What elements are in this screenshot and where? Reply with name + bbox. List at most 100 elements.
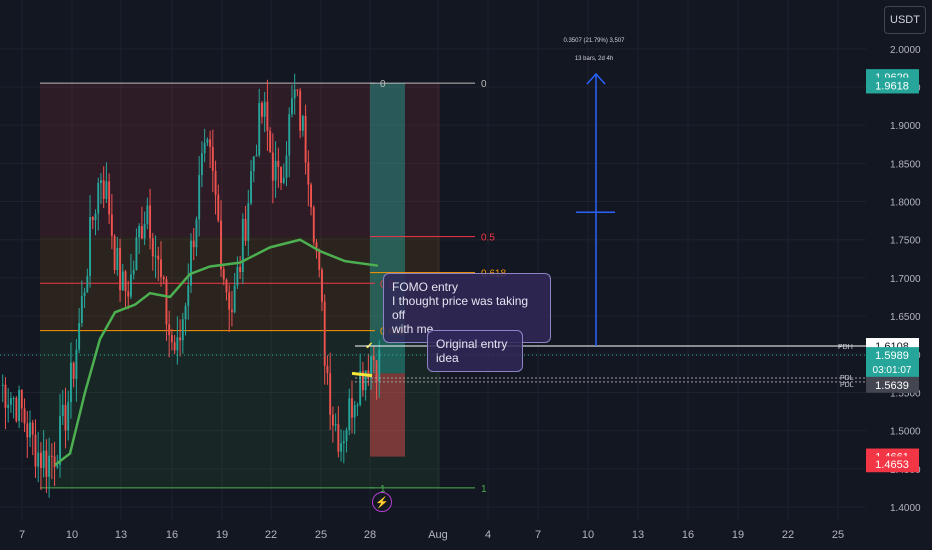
candle-body xyxy=(220,220,222,270)
time-tick: 4 xyxy=(485,529,491,541)
candle-body xyxy=(206,139,209,143)
measure-label-1: 0.3507 (21.79%) 3,507 xyxy=(563,38,625,44)
lightning-icon[interactable]: ⚡ xyxy=(372,492,392,512)
candle-body xyxy=(165,279,168,325)
candle-body xyxy=(135,237,138,270)
tag-low-b-text: 1.4653 xyxy=(875,459,909,471)
candle-body xyxy=(121,271,124,291)
time-tick: 19 xyxy=(216,529,228,541)
price-tick: 1.8000 xyxy=(890,198,921,209)
candle-body xyxy=(271,152,274,181)
candle-body xyxy=(69,362,72,403)
candle-body xyxy=(34,434,37,467)
candle-body xyxy=(42,450,45,468)
candle-body xyxy=(334,424,337,426)
time-tick: 13 xyxy=(632,529,644,541)
candle-body xyxy=(307,162,310,185)
candle-body xyxy=(18,389,21,422)
candle-body xyxy=(364,370,367,391)
candle-body xyxy=(86,275,89,293)
candle-body xyxy=(149,205,152,239)
fib-label: 0 xyxy=(481,79,487,90)
candle-body xyxy=(323,301,326,366)
candle-body xyxy=(266,101,269,131)
original-entry-note: Original entry idea xyxy=(427,330,523,372)
candle-body xyxy=(29,422,31,438)
candle-body xyxy=(351,398,353,418)
candle-body xyxy=(75,349,78,380)
candle-body xyxy=(337,424,340,452)
candle-body xyxy=(61,404,64,417)
tag-top-b-text: 1.9618 xyxy=(875,80,909,92)
candle-body xyxy=(140,226,143,239)
candle-body xyxy=(64,404,67,431)
fib-label: 0.5 xyxy=(481,233,495,244)
candle-body xyxy=(53,456,56,468)
candle-body xyxy=(269,130,272,153)
tag-pdl-text: 1.5639 xyxy=(875,380,909,392)
candle-body xyxy=(195,219,198,248)
candle-body xyxy=(299,90,302,131)
candle-body xyxy=(48,455,51,477)
candle-body xyxy=(293,89,296,99)
candle-body xyxy=(252,156,255,172)
candle-body xyxy=(348,398,351,430)
price-tick: 2.0000 xyxy=(890,45,921,56)
candle-body xyxy=(181,319,184,341)
candle-body xyxy=(345,429,348,442)
candle-body xyxy=(12,397,15,399)
candle-body xyxy=(304,115,307,163)
measure-label-2: 13 bars, 2d 4h xyxy=(575,56,613,62)
candle-body xyxy=(200,153,203,176)
candle-body xyxy=(318,251,321,270)
candle-body xyxy=(342,441,345,444)
currency-button[interactable]: USDT xyxy=(884,6,926,34)
candle-body xyxy=(116,247,119,271)
price-tick: 1.9000 xyxy=(890,121,921,132)
candle-body xyxy=(211,146,214,171)
candle-body xyxy=(50,455,53,457)
candle-body xyxy=(241,218,244,273)
candle-body xyxy=(291,98,293,115)
candle-body xyxy=(176,337,179,351)
candle-body xyxy=(198,175,201,220)
candle-body xyxy=(247,203,250,241)
candle-body xyxy=(312,207,315,243)
candle-body xyxy=(288,114,291,156)
candle-body xyxy=(239,266,242,273)
candle-body xyxy=(97,183,100,214)
time-tick: 22 xyxy=(265,529,277,541)
candle-body xyxy=(162,277,165,280)
candle-body xyxy=(151,238,154,257)
fib-label-inner: 0 xyxy=(380,79,386,90)
candle-body xyxy=(80,295,83,324)
candle-body xyxy=(296,89,299,91)
time-tick: 10 xyxy=(66,529,78,541)
time-tick: 10 xyxy=(582,529,594,541)
candle-body xyxy=(255,155,258,157)
candle-body xyxy=(91,216,94,221)
candle-body xyxy=(143,223,146,239)
candle-body xyxy=(184,305,187,320)
candle-body xyxy=(170,335,173,343)
candle-body xyxy=(20,389,23,409)
candle-body xyxy=(228,292,231,310)
candle-body xyxy=(9,398,12,405)
candle-body xyxy=(263,101,266,117)
candle-body xyxy=(1,384,4,386)
candle-body xyxy=(59,416,61,465)
candle-body xyxy=(132,269,135,275)
candle-body xyxy=(378,350,381,382)
candle-body xyxy=(356,404,359,406)
pdl-tag-b: PDL xyxy=(840,382,854,389)
candle-body xyxy=(130,274,132,297)
candle-body xyxy=(113,236,116,271)
candle-body xyxy=(138,226,141,238)
candle-body xyxy=(233,285,236,313)
candle-body xyxy=(102,180,105,199)
candle-body xyxy=(45,450,48,477)
candle-body xyxy=(217,194,220,221)
candle-body xyxy=(110,214,113,237)
price-tick: 1.7000 xyxy=(890,274,921,285)
candle-body xyxy=(26,423,29,438)
